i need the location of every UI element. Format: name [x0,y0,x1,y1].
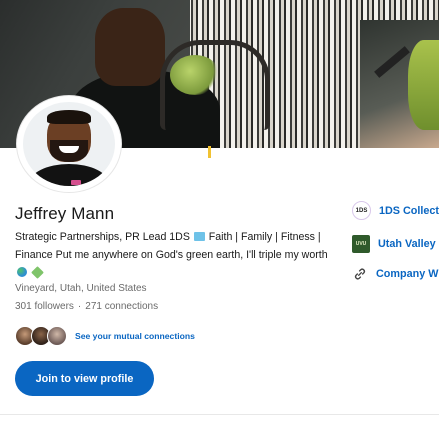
mutual-connections[interactable]: See your mutual connections [15,324,195,348]
globe-emoji-icon [17,267,27,277]
company-logo-1ds-icon: 1DS [352,201,371,220]
avatar-shirt [29,164,109,186]
avatar-hair [47,110,91,124]
banner-plant [170,55,220,95]
school-logo-uvu-icon: UVU [352,235,370,253]
profile-name: Jeffrey Mann [15,204,115,223]
stats-separator: · [77,301,82,312]
book-emoji-icon [193,232,205,241]
sidebar-item-label: Utah Valley [378,238,436,250]
sidebar-item-website[interactable]: Company W [352,266,438,282]
mutual-avatar [47,326,67,346]
link-chain-icon [354,268,366,280]
banner-accent-mark [208,146,211,158]
profile-stats: 301 followers · 271 connections [15,301,158,312]
profile-location: Vineyard, Utah, United States [15,283,147,294]
mutual-connections-link[interactable]: See your mutual connections [75,331,195,341]
avatar-shirt-logo [71,180,81,185]
company-logo-text: 1DS [355,207,368,214]
join-to-view-profile-button[interactable]: Join to view profile [15,361,154,396]
mutual-connection-avatars [15,325,71,347]
sidebar-item-label: 1DS Collect [379,204,439,217]
money-emoji-icon [31,266,44,279]
profile-headline: Strategic Partnerships, PR Lead 1DS Fait… [15,228,335,282]
profile-avatar[interactable] [17,96,121,192]
sidebar-item-label: Company W [376,268,439,280]
profile-page: Jeffrey Mann Strategic Partnerships, PR … [0,0,439,439]
sidebar-item-current-company[interactable]: 1DS 1DS Collect [352,201,439,220]
headline-text-part1: Strategic Partnerships, PR Lead 1DS [15,231,190,243]
school-logo-text: UVU [355,241,367,247]
connections-count: 271 connections [85,301,159,312]
link-icon [352,266,368,282]
banner-right-plant [408,40,439,130]
banner-person-head [95,8,165,86]
avatar-photo [23,102,115,186]
sidebar-item-education[interactable]: UVU Utah Valley [352,235,436,253]
section-divider [0,414,439,415]
followers-count: 301 followers [15,301,74,312]
